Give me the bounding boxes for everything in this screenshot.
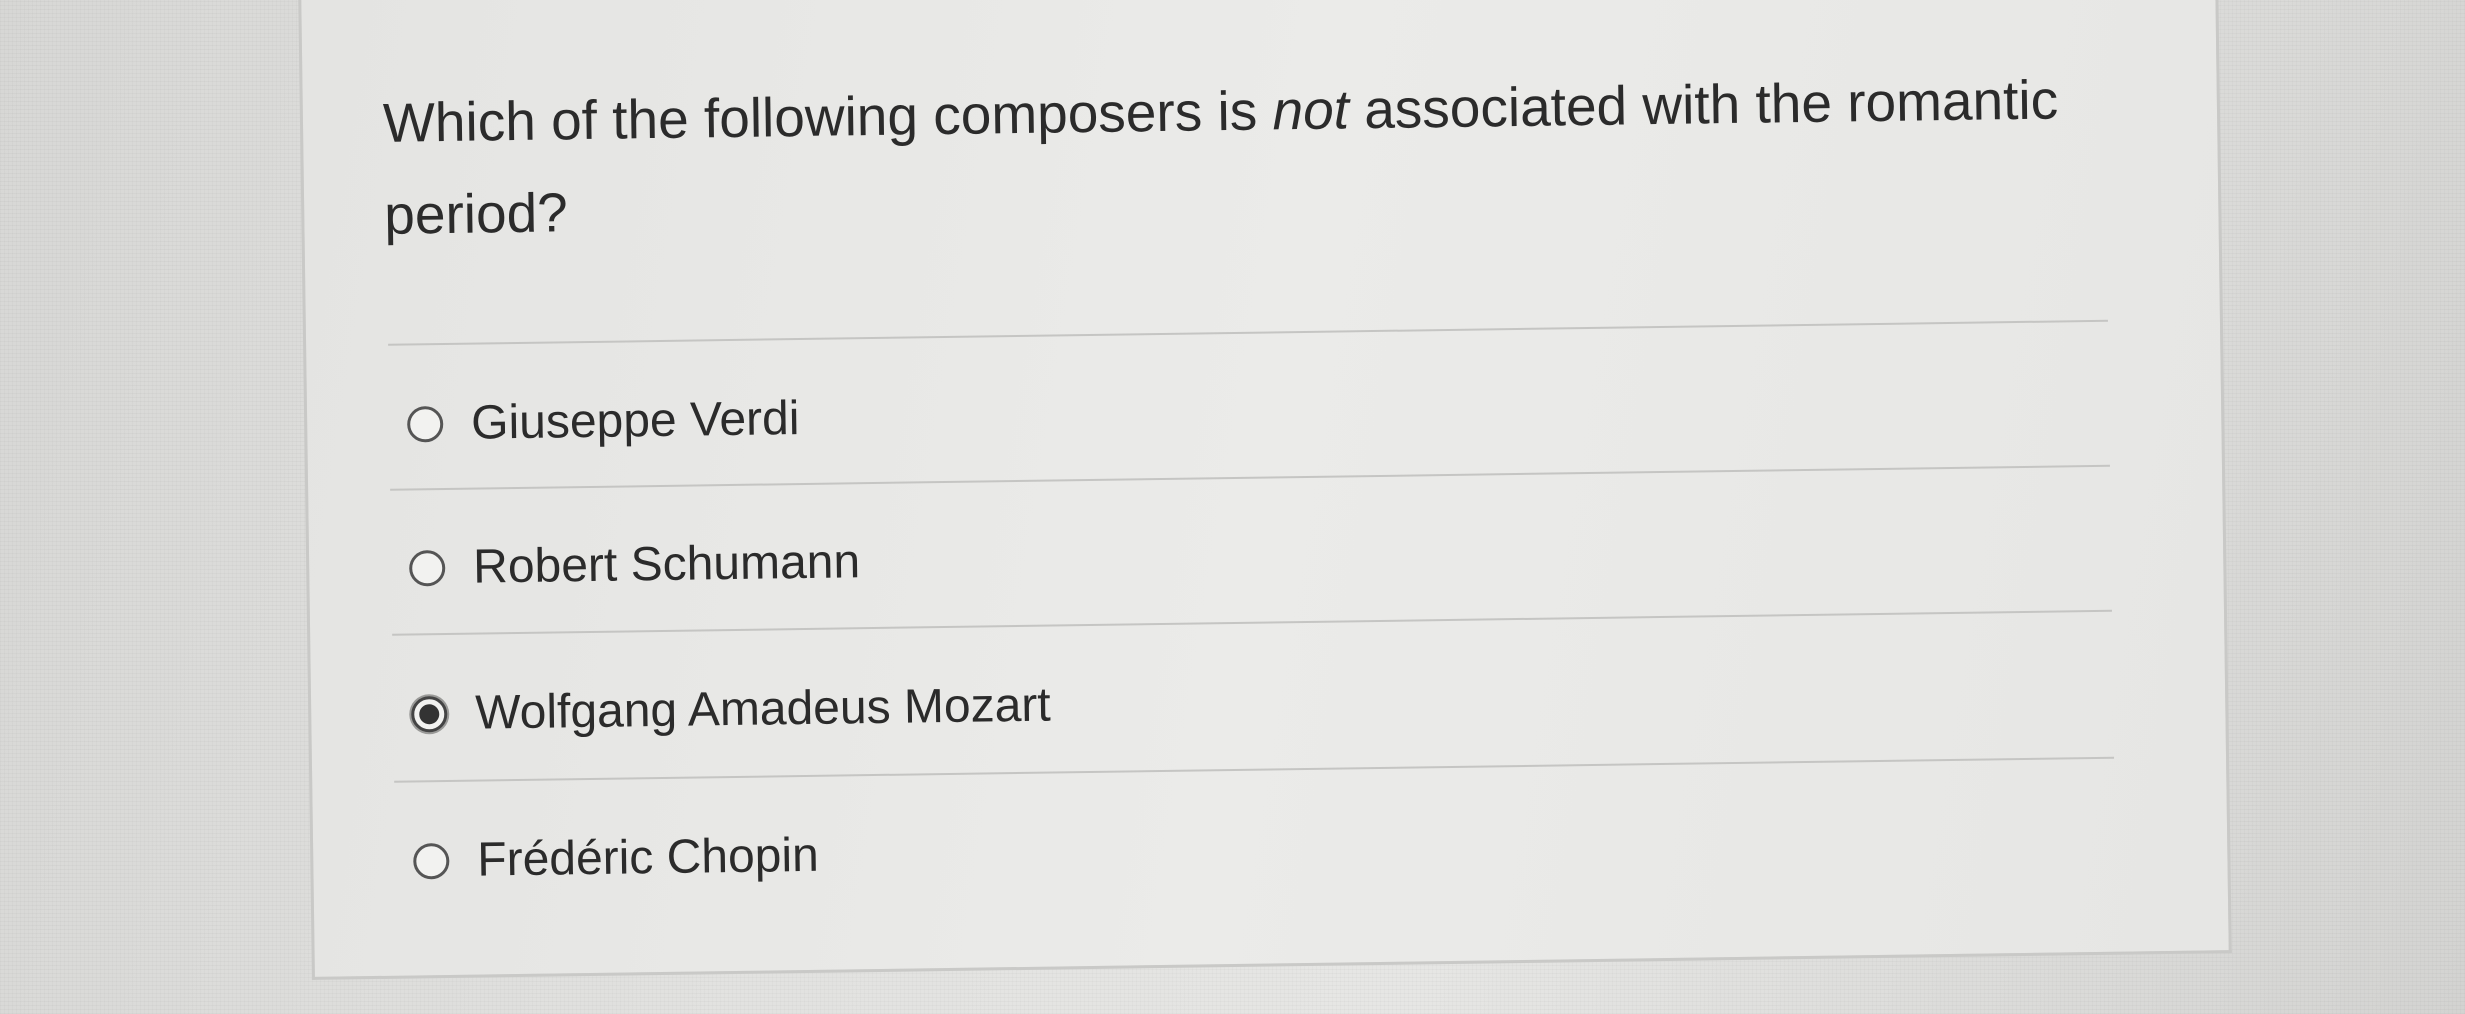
option-robert-schumann[interactable]: Robert Schumann	[408, 534, 861, 595]
option-label: Giuseppe Verdi	[470, 392, 800, 450]
option-label: Wolfgang Amadeus Mozart	[474, 678, 1051, 740]
radio-button[interactable]	[413, 842, 450, 879]
radio-button[interactable]	[408, 549, 446, 587]
option-label: Frédéric Chopin	[476, 828, 820, 887]
divider	[390, 464, 2110, 491]
option-wolfgang-amadeus-mozart[interactable]: Wolfgang Amadeus Mozart	[411, 678, 1051, 742]
question-text: Which of the following composers is not …	[382, 68, 2059, 246]
option-label: Robert Schumann	[472, 535, 861, 594]
divider	[392, 609, 2112, 636]
question-emphasis: not	[1272, 78, 1350, 142]
radio-button-selected[interactable]	[411, 695, 448, 732]
question-panel: Which of the following composers is not …	[298, 0, 2232, 980]
option-giuseppe-verdi[interactable]: Giuseppe Verdi	[406, 391, 800, 451]
radio-button[interactable]	[406, 405, 444, 443]
option-frederic-chopin[interactable]: Frédéric Chopin	[413, 828, 819, 889]
divider	[394, 756, 2115, 783]
divider	[388, 319, 2108, 346]
